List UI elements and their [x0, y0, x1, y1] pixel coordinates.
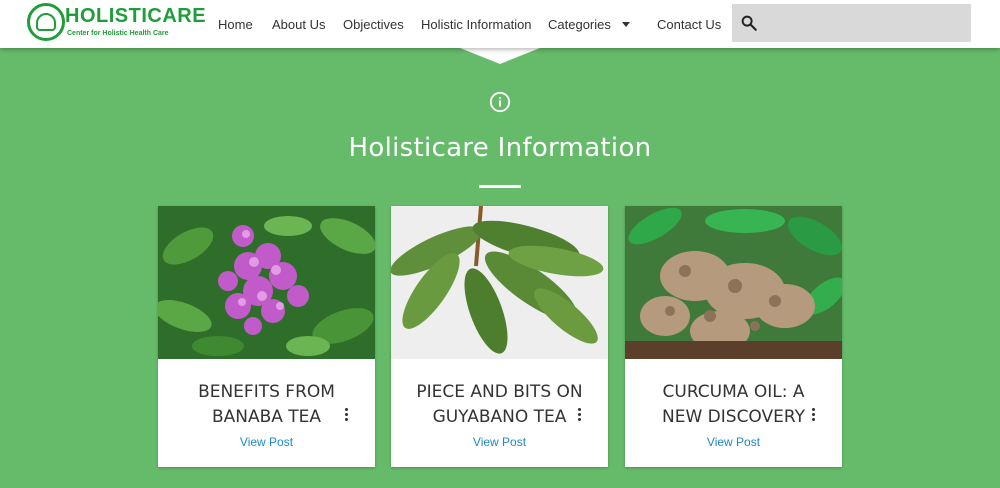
curcuma-roots-image[interactable]: [625, 206, 842, 359]
post-card: PIECE AND BITS ON GUYABANO TEA View Post: [391, 206, 608, 467]
more-options-icon[interactable]: [344, 408, 350, 422]
logo-title: HOLISTICARE: [65, 5, 207, 27]
card-title[interactable]: PIECE AND BITS ON GUYABANO TEA: [411, 380, 588, 430]
nav-contact-us[interactable]: Contact Us: [657, 17, 721, 32]
post-card: BENEFITS FROM BANABA TEA View Post: [158, 206, 375, 467]
search-box: [732, 4, 971, 42]
search-icon[interactable]: [740, 14, 758, 32]
nav-categories[interactable]: Categories: [548, 17, 611, 32]
post-card: CURCUMA OIL: A NEW DISCOVERY View Post: [625, 206, 842, 467]
section-title: Holisticare Information: [348, 133, 652, 163]
banaba-flowers-image[interactable]: [158, 206, 375, 359]
view-post-link[interactable]: View Post: [158, 435, 375, 449]
card-title[interactable]: CURCUMA OIL: A NEW DISCOVERY: [645, 380, 822, 430]
categories-dropdown-caret-icon[interactable]: [622, 22, 630, 27]
header-notch: [460, 48, 540, 64]
site-logo[interactable]: HOLISTICARE Center for Holistic Health C…: [27, 3, 206, 45]
guyabano-leaves-image[interactable]: [391, 206, 608, 359]
title-divider: [479, 185, 521, 188]
view-post-link[interactable]: View Post: [625, 435, 842, 449]
info-icon: [489, 91, 511, 113]
nav-about-us[interactable]: About Us: [272, 17, 325, 32]
card-title[interactable]: BENEFITS FROM BANABA TEA: [178, 380, 355, 430]
logo-subtitle: Center for Holistic Health Care: [67, 30, 169, 37]
view-post-link[interactable]: View Post: [391, 435, 608, 449]
site-header: HOLISTICARE Center for Holistic Health C…: [0, 0, 1000, 48]
more-options-icon[interactable]: [811, 408, 817, 422]
nav-objectives[interactable]: Objectives: [343, 17, 404, 32]
nav-home[interactable]: Home: [218, 17, 253, 32]
nav-holistic-information[interactable]: Holistic Information: [421, 17, 532, 32]
more-options-icon[interactable]: [577, 408, 583, 422]
search-input[interactable]: [766, 8, 966, 38]
logo-emblem-icon: [27, 3, 65, 41]
